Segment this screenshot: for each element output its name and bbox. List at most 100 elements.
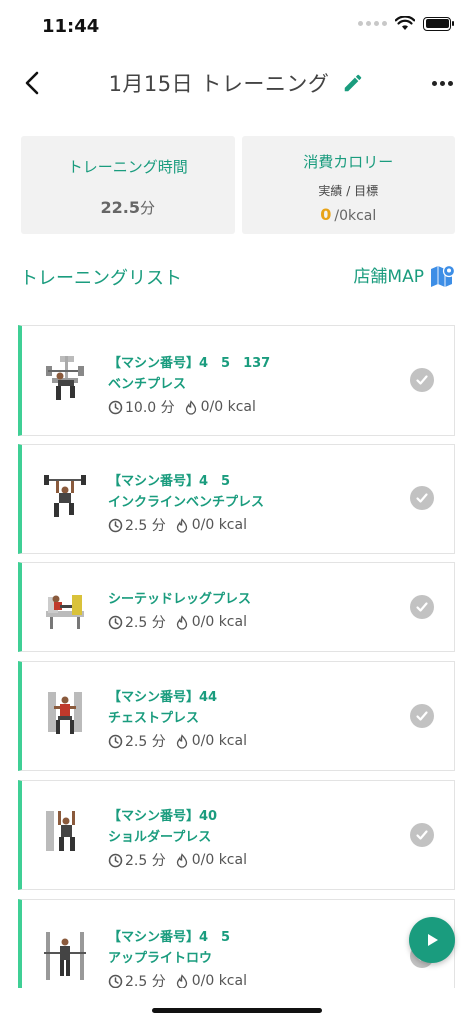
wifi-icon [395,16,415,30]
training-item-line1: 【マシン番号】4 5 137 [108,356,271,371]
training-item-calories: 0/0 kcal [191,517,247,533]
store-map-label: 店舗MAP [353,267,424,287]
page-title-wrap: 1月15日 トレーニング [0,68,473,98]
training-item-upright-row[interactable]: 【マシン番号】4 5 アップライトロウ 2.5 分 0/0 kcal [18,899,455,988]
training-item-name: チェストプレス [108,711,200,726]
training-item-calories: 0/0 kcal [191,973,247,988]
upright-row-thumbnail [44,932,86,980]
calorie-title: 消費カロリー [303,153,394,171]
status-time: 11:44 [42,16,100,37]
calorie-actual: 0 [320,205,332,224]
start-training-button[interactable] [409,917,455,963]
shoulder-press-thumbnail [46,811,75,851]
clock-icon [108,734,123,748]
clock-icon [108,974,123,988]
flame-icon [185,399,196,415]
training-time-card: トレーニング時間 22.5分 [21,136,235,234]
training-item-shoulder-press[interactable]: 【マシン番号】40 ショルダープレス 2.5 分 0/0 kcal [18,780,455,890]
play-icon [428,934,438,946]
clock-icon [108,518,123,532]
status-icons [358,16,454,31]
summary-section: トレーニング時間 22.5分 消費カロリー 実績 / 目標 0/0kcal [21,136,455,234]
bench-press-thumbnail [46,356,84,400]
training-time-title: トレーニング時間 [67,158,188,176]
chest-press-thumbnail [48,692,82,734]
training-item-name: シーテッドレッグプレス [108,592,252,607]
flame-icon [176,614,187,630]
training-item-name: アップライトロウ [108,951,213,966]
training-item-text: 【マシン番号】4 5 インクラインベンチプレス 2.5 分 0/0 kcal [108,470,264,535]
list-header: トレーニングリスト 店舗MAP [20,262,456,290]
map-icon [431,264,456,287]
more-dot [431,80,437,86]
training-item-duration: 2.5 分 [125,615,166,631]
training-item-line1: 【マシン番号】40 [108,809,218,824]
training-item-name: インクラインベンチプレス [108,495,265,510]
training-item-text: シーテッドレッグプレス 2.5 分 0/0 kcal [108,588,251,632]
training-item-calories: 0/0 kcal [191,852,247,868]
page-title: 1月15日 トレーニング [108,72,330,96]
training-item-name: ベンチプレス [108,377,187,392]
complete-check-button[interactable] [410,368,434,392]
training-item-duration: 10.0 分 [125,400,175,416]
training-item-incline-bench-press[interactable]: 【マシン番号】4 5 インクラインベンチプレス 2.5 分 0/0 kcal [18,444,455,554]
calorie-value-row: 0/0kcal [242,205,456,224]
home-indicator[interactable] [152,1008,322,1013]
training-item-chest-press[interactable]: 【マシン番号】44 チェストプレス 2.5 分 0/0 kcal [18,661,455,771]
check-icon [416,711,428,721]
training-item-text: 【マシン番号】4 5 アップライトロウ 2.5 分 0/0 kcal [108,926,247,988]
training-item-text: 【マシン番号】44 チェストプレス 2.5 分 0/0 kcal [108,686,247,751]
flame-icon [176,973,187,988]
flame-icon [176,517,187,533]
calorie-target: /0kcal [334,208,377,224]
training-item-meta: 2.5 分 0/0 kcal [108,850,247,870]
training-item-line1: 【マシン番号】44 [108,690,218,705]
training-time-value: 22.5 [100,198,140,217]
training-time-unit: 分 [139,199,155,217]
training-item-line1: 【マシン番号】4 5 [108,474,231,489]
complete-check-button[interactable] [410,704,434,728]
complete-check-button[interactable] [410,486,434,510]
training-item-calories: 0/0 kcal [200,399,256,415]
check-icon [416,602,428,612]
training-item-meta: 2.5 分 0/0 kcal [108,731,247,751]
complete-check-button[interactable] [410,823,434,847]
training-item-calories: 0/0 kcal [191,614,247,630]
training-item-line1: 【マシン番号】4 5 [108,930,231,945]
incline-bench-press-thumbnail [44,475,86,517]
training-item-meta: 2.5 分 0/0 kcal [108,515,264,535]
nav-bar: 1月15日 トレーニング [0,58,473,108]
flame-icon [176,733,187,749]
training-time-value-row: 22.5分 [21,197,235,218]
training-item-text: 【マシン番号】4 5 137 ベンチプレス 10.0 分 0/0 kcal [108,352,270,417]
training-item-duration: 2.5 分 [125,518,166,534]
training-item-seated-leg-press[interactable]: シーテッドレッグプレス 2.5 分 0/0 kcal [18,562,455,652]
calorie-card: 消費カロリー 実績 / 目標 0/0kcal [241,136,456,234]
seated-leg-press-thumbnail [46,595,84,629]
signal-icon [358,21,387,26]
training-item-name: ショルダープレス [108,830,212,845]
check-icon [416,375,428,385]
clock-icon [108,615,123,629]
training-item-duration: 2.5 分 [125,734,166,750]
training-item-duration: 2.5 分 [125,853,166,869]
calorie-subtitle: 実績 / 目標 [318,184,379,198]
training-item-calories: 0/0 kcal [191,733,247,749]
more-dot [447,80,453,86]
status-bar: 11:44 [0,0,473,50]
store-map-link[interactable]: 店舗MAP [353,262,456,287]
more-button[interactable] [427,70,457,96]
clock-icon [108,400,123,414]
check-icon [416,493,428,503]
training-item-meta: 2.5 分 0/0 kcal [108,612,251,632]
training-list-title: トレーニングリスト [20,268,182,289]
complete-check-button[interactable] [410,595,434,619]
pencil-icon[interactable] [342,72,364,94]
training-item-text: 【マシン番号】40 ショルダープレス 2.5 分 0/0 kcal [108,805,247,870]
flame-icon [176,852,187,868]
more-dot [439,80,445,86]
training-item-bench-press[interactable]: 【マシン番号】4 5 137 ベンチプレス 10.0 分 0/0 kcal [18,325,455,436]
battery-icon [423,16,454,31]
check-icon [416,830,428,840]
training-item-meta: 10.0 分 0/0 kcal [108,397,270,417]
